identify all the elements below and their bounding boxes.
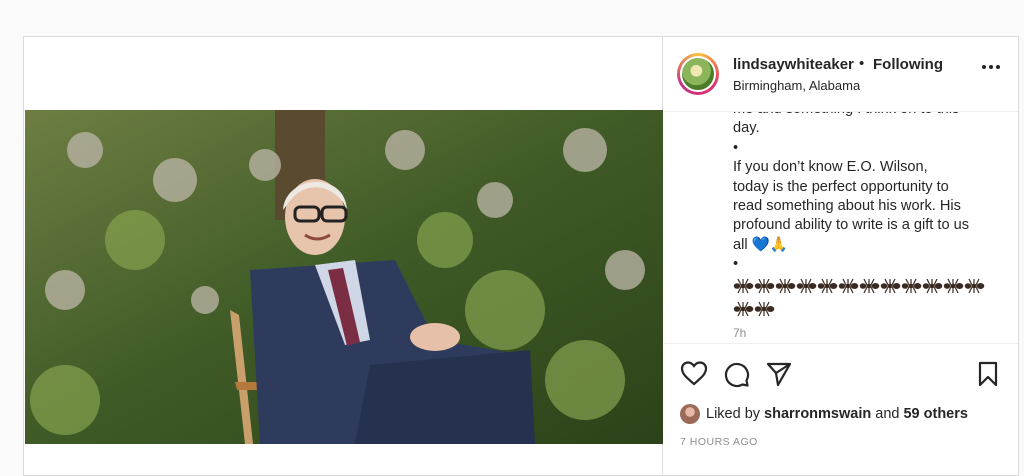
post-photo[interactable] [25,110,663,444]
post-media [24,37,663,475]
liked-by-text: Liked by sharronmswain and 59 others [706,406,968,422]
ant-emoji-icon [817,278,838,294]
ant-emoji-row [733,277,1003,323]
ant-emoji-icon [880,278,901,294]
liked-by-user[interactable]: sharronmswain [764,406,871,422]
ant-emoji-icon [838,278,859,294]
bookmark-icon[interactable] [974,360,1002,388]
post-card: lindsaywhiteaker • Following Birmingham,… [23,36,1019,476]
separator-dot: • [859,55,865,72]
ant-emoji-icon [754,278,775,294]
liker-avatar[interactable] [680,404,700,424]
liked-by-row: Liked by sharronmswain and 59 others [680,402,1000,426]
author-avatar[interactable] [677,53,719,95]
post-timestamp[interactable]: 7 HOURS AGO [680,436,758,448]
ant-emoji-icon [859,278,880,294]
ant-emoji-icon [796,278,817,294]
post-location[interactable]: Birmingham, Alabama [733,78,860,93]
post-side-panel: lindsaywhiteaker • Following Birmingham,… [664,37,1018,475]
send-icon[interactable] [765,360,793,388]
liked-by-others-link[interactable]: 59 others [903,406,967,422]
caption-text: me and something I think on to this day.… [733,112,970,273]
action-bar [680,360,1002,388]
heart-icon[interactable] [680,360,708,388]
ant-emoji-icon [733,301,754,317]
ant-emoji-icon [775,278,796,294]
liked-by-conjunction: and [875,406,900,422]
following-button[interactable]: Following [873,56,943,73]
caption-area[interactable]: me and something I think on to this day.… [664,112,1018,342]
comment-icon[interactable] [722,360,750,388]
ant-emoji-icon [901,278,922,294]
liked-by-prefix: Liked by [706,406,761,422]
ant-emoji-icon [754,301,775,317]
ant-emoji-icon [943,278,964,294]
post-footer: Liked by sharronmswain and 59 others 7 H… [664,343,1018,475]
ant-emoji-icon [733,278,754,294]
caption-timestamp[interactable]: 7h [733,326,746,340]
post-header: lindsaywhiteaker • Following Birmingham,… [664,37,1018,112]
ant-emoji-icon [964,278,985,294]
author-avatar-image [680,56,716,92]
author-username[interactable]: lindsaywhiteaker [733,56,854,73]
more-options-icon[interactable] [982,65,1000,71]
ant-emoji-icon [922,278,943,294]
